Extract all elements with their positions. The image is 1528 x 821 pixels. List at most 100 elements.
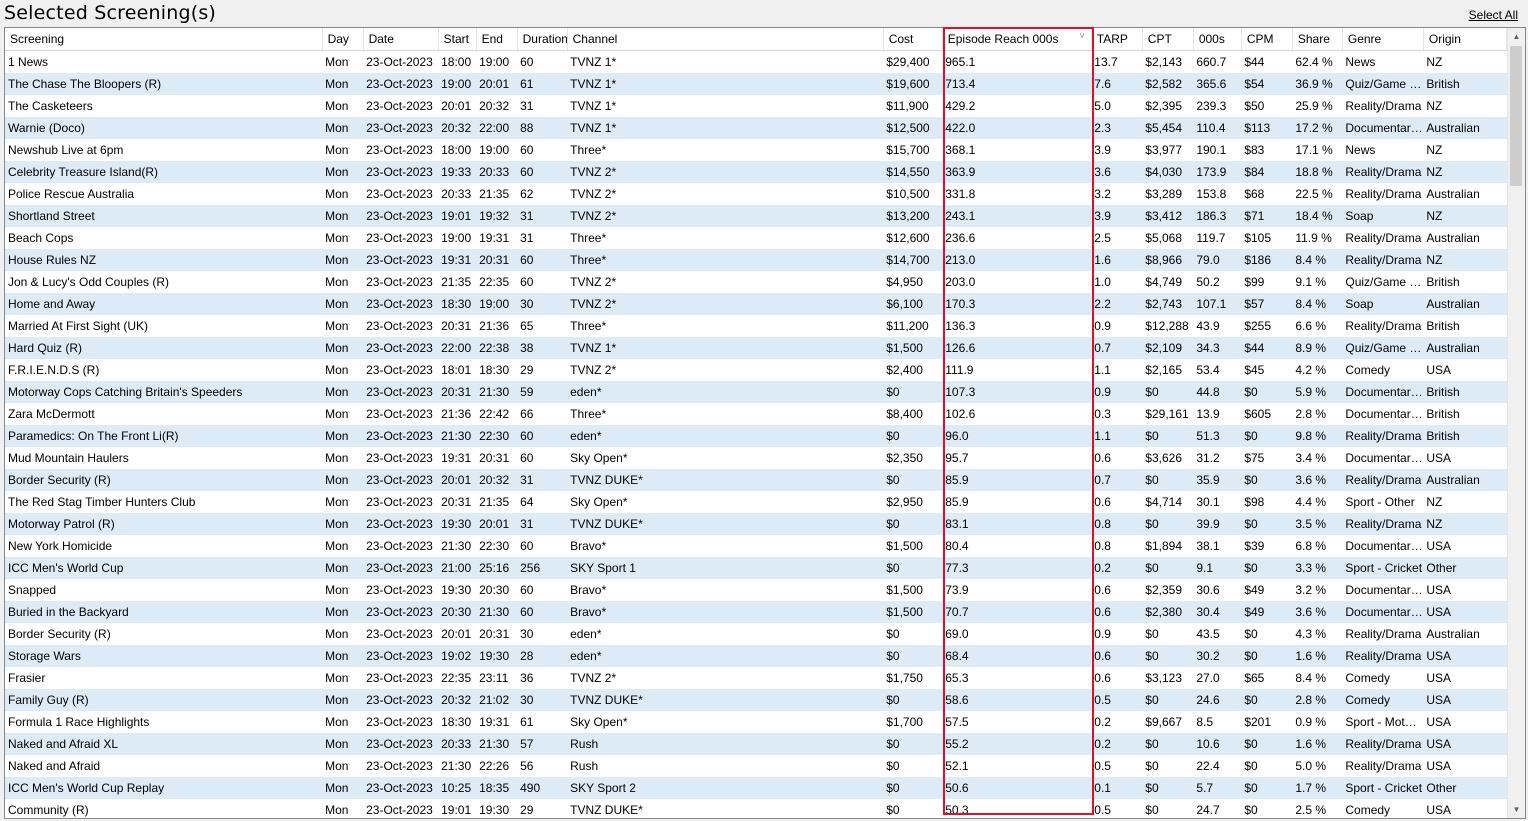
table-row[interactable]: Married At First Sight (UK) Mon 23-Oct-202… [5,315,1507,337]
table-cell: 60 [520,583,534,597]
table-cell: Mon [322,381,364,403]
column-header-tarp[interactable]: TARP [1091,28,1143,51]
table-cell: Australian [1423,469,1507,491]
table-row[interactable]: Shortland Street Mon 23-Oct-2023 19:01 19:32… [5,205,1507,227]
column-header-end[interactable]: End [476,28,518,51]
table-row[interactable]: Snapped Mon 23-Oct-2023 19:30 20:30 60 Bravo* $… [5,579,1507,601]
table-cell: The Chase The Bloopers (R) [5,73,323,95]
table-cell: Mon [322,469,364,491]
table-cell: Home and Away [5,293,323,315]
column-header-date[interactable]: Date [363,28,439,51]
table-cell: 52.1 [945,759,969,773]
table-row[interactable]: The Chase The Bloopers (R) Mon 23-Oct-2023… [5,73,1507,95]
table-row[interactable]: Family Guy (R) Mon 23-Oct-2023 20:32 21:02 30… [5,689,1507,711]
column-header-episode-reach-000s[interactable]: Episode Reach 000s ˅ [942,28,1092,51]
column-header-share[interactable]: Share [1292,28,1343,51]
select-all-link[interactable]: Select All [1469,8,1518,22]
table-cell: USA [1423,689,1507,711]
table-row[interactable]: Border Security (R) Mon 23-Oct-2023 20:01 20… [5,623,1507,645]
table-row[interactable]: Warnie (Doco) Mon 23-Oct-2023 20:32 22:00 88 T… [5,117,1507,139]
table-row[interactable]: F.R.I.E.N.D.S (R) Mon 23-Oct-2023 18:01 18:3… [5,359,1507,381]
table-row[interactable]: Beach Cops Mon 23-Oct-2023 19:00 19:31 31 Thre… [5,227,1507,249]
table-row[interactable]: Naked and Afraid XL Mon 23-Oct-2023 20:33 21… [5,733,1507,755]
table-row[interactable]: The Casketeers Mon 23-Oct-2023 20:01 20:32 31… [5,95,1507,117]
table-cell: $14,550 [883,161,943,183]
table-cell: Bravo* [570,539,607,553]
scroll-up-icon[interactable]: ▲ [1508,28,1525,45]
table-row[interactable]: ICC Men's World Cup Replay Mon 23-Oct-2023… [5,777,1507,799]
table-cell: $1,500 [883,601,943,623]
table-row[interactable]: Frasier Mon 23-Oct-2023 22:35 23:11 36 TVNZ 2*… [5,667,1507,689]
table-cell: 1.6 [1091,249,1143,271]
column-header-cpm[interactable]: CPM [1241,28,1293,51]
table-row[interactable]: Community (R) Mon 23-Oct-2023 19:01 19:30 29 T… [5,799,1507,818]
table-cell: eden* [567,645,884,667]
table-cell: 18:35 [476,777,518,799]
column-header-start[interactable]: Start [438,28,477,51]
table-cell: 2.5 [1094,231,1111,245]
table-row[interactable]: Naked and Afraid Mon 23-Oct-2023 21:30 22:26… [5,755,1507,777]
table-row[interactable]: Motorway Cops Catching Britain's Speeder… [5,381,1507,403]
table-row[interactable]: Storage Wars Mon 23-Oct-2023 19:02 19:30 28 ed… [5,645,1507,667]
column-header-000s[interactable]: 000s [1193,28,1242,51]
table-cell: Sky Open* [570,495,628,509]
column-header-label: Day [327,32,349,46]
table-cell: 66 [520,407,534,421]
scrollbar-thumb[interactable] [1510,46,1522,186]
table-cell: Border Security (R) [8,627,111,641]
table-row[interactable]: Police Rescue Australia Mon 23-Oct-2023 20:… [5,183,1507,205]
table-cell: 23-Oct-2023 [366,407,433,421]
table-cell: 0.9 [1091,381,1143,403]
table-cell: $1,500 [883,337,943,359]
column-header-channel[interactable]: Channel [567,28,884,51]
column-header-screening[interactable]: Screening [5,28,323,51]
column-header-origin[interactable]: Origin [1423,28,1508,51]
table-cell: $49 [1241,601,1293,623]
table-row[interactable]: 1 News Mon 23-Oct-2023 18:00 19:00 60 TVNZ 1* $… [5,51,1507,74]
table-row[interactable]: ICC Men's World Cup Mon 23-Oct-2023 21:00 25… [5,557,1507,579]
table-cell: Australian [1426,231,1480,245]
table-row[interactable]: Celebrity Treasure Island(R) Mon 23-Oct-20… [5,161,1507,183]
table-row[interactable]: Zara McDermott Mon 23-Oct-2023 21:36 22:42 66… [5,403,1507,425]
table-cell: $71 [1241,205,1293,227]
screenings-table: Screening Day Date Start End Duration Channel C… [5,28,1508,818]
table-row[interactable]: Jon & Lucy's Odd Couples (R) Mon 23-Oct-20… [5,271,1507,293]
table-row[interactable]: Buried in the Backyard Mon 23-Oct-2023 20:3… [5,601,1507,623]
column-header-cpt[interactable]: CPT [1142,28,1194,51]
vertical-scrollbar[interactable]: ▲ ▼ [1507,28,1525,818]
table-cell: 3.6 % [1292,601,1343,623]
table-row[interactable]: New York Homicide Mon 23-Oct-2023 21:30 22:3… [5,535,1507,557]
table-row[interactable]: Motorway Patrol (R) Mon 23-Oct-2023 19:30 20… [5,513,1507,535]
table-row[interactable]: The Red Stag Timber Hunters Club Mon 23-Oc… [5,491,1507,513]
table-row[interactable]: Newshub Live at 6pm Mon 23-Oct-2023 18:00 19… [5,139,1507,161]
table-cell: Australian [1423,117,1507,139]
table-cell: SKY Sport 2 [567,777,884,799]
column-header-genre[interactable]: Genre [1342,28,1424,51]
table-cell: 34.3 [1193,337,1242,359]
table-cell: SKY Sport 1 [567,557,884,579]
table-cell: 20:30 [438,601,477,623]
table-row[interactable]: House Rules NZ Mon 23-Oct-2023 19:31 20:31 60… [5,249,1507,271]
table-cell: $0 [1241,777,1293,799]
table-cell: $2,109 [1142,337,1194,359]
table-cell: USA [1426,671,1452,685]
table-cell: 80.4 [945,539,969,553]
table-row[interactable]: Home and Away Mon 23-Oct-2023 18:30 19:00 30 T… [5,293,1507,315]
table-cell: 3.2 % [1295,583,1327,597]
screenings-grid[interactable]: Screening Day Date Start End Duration Channel C… [4,27,1526,819]
table-cell: 21:00 [438,557,477,579]
table-cell: 57 [517,733,568,755]
column-header-cost[interactable]: Cost [883,28,943,51]
table-cell: Other [1423,557,1507,579]
table-cell: 43.9 [1196,319,1220,333]
table-row[interactable]: Border Security (R) Mon 23-Oct-2023 20:01 20… [5,469,1507,491]
table-row[interactable]: Formula 1 Race Highlights Mon 23-Oct-2023 1… [5,711,1507,733]
column-header-day[interactable]: Day [322,28,364,51]
scroll-down-icon[interactable]: ▼ [1508,801,1525,818]
table-row[interactable]: Mud Mountain Haulers Mon 23-Oct-2023 19:31 2… [5,447,1507,469]
table-cell: 18:00 [441,143,472,157]
column-header-duration[interactable]: Duration [517,28,568,51]
table-cell: British [1426,319,1460,333]
table-row[interactable]: Paramedics: On The Front Li(R) Mon 23-Oct-… [5,425,1507,447]
table-row[interactable]: Hard Quiz (R) Mon 23-Oct-2023 22:00 22:38 38 T… [5,337,1507,359]
